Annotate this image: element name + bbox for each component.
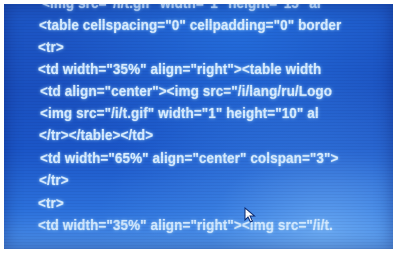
photo-frame: <img src="/i/t.gif" width="1" height="15… (0, 0, 396, 256)
mouse-pointer-icon (244, 207, 256, 223)
code-line-10: <tr> (38, 195, 64, 212)
code-line-1: <img src="/i/t.gif" width="1" height="15… (42, 4, 321, 12)
code-line-6: <img src="/i/t.gif" width="1" height="10… (40, 105, 319, 122)
code-screen-photo: <img src="/i/t.gif" width="1" height="15… (4, 4, 393, 249)
code-line-11: <td width="35%" align="right"><img src="… (38, 217, 333, 234)
code-line-8: <td width="65%" align="center" colspan="… (40, 150, 339, 167)
code-line-7: </tr></table></td> (39, 127, 154, 144)
code-line-3: <tr> (38, 39, 64, 56)
code-line-5: <td align="center"><img src="/i/lang/ru/… (40, 83, 333, 100)
code-line-2: <table cellspacing="0" cellpadding="0" b… (39, 17, 342, 34)
code-line-4: <td width="35%" align="right"><table wid… (38, 61, 322, 78)
code-line-9: </tr> (39, 172, 69, 189)
